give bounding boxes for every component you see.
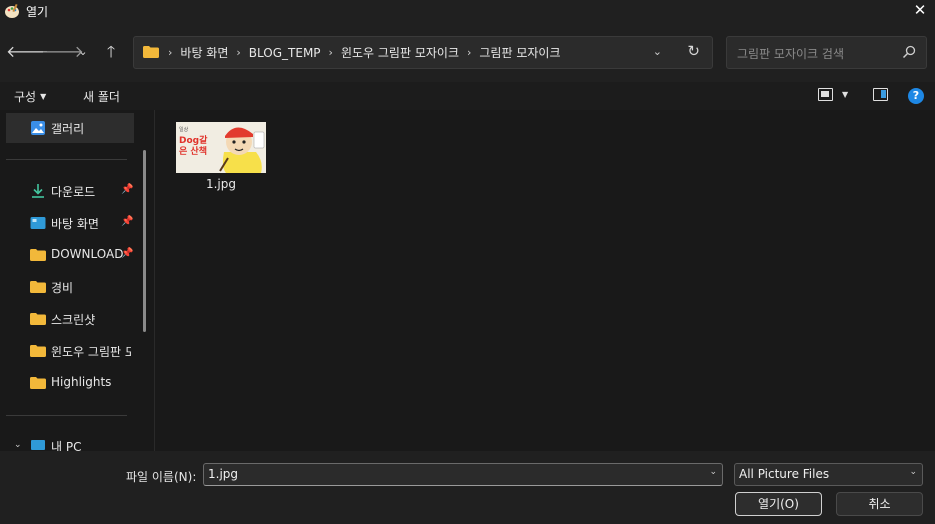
chevron-down-icon[interactable]: ⌄: [653, 45, 662, 58]
sidebar-item-gallery[interactable]: 갤러리: [6, 113, 134, 143]
search-icon[interactable]: [902, 45, 916, 59]
sidebar-item-downloads-folder[interactable]: DOWNLOADS 📌: [6, 240, 134, 270]
sidebar-item-label: 스크린샷: [51, 313, 96, 327]
sidebar-item-this-pc[interactable]: ⌄ 내 PC: [6, 431, 134, 451]
chevron-down-icon[interactable]: ⌄: [909, 467, 917, 477]
chevron-down-icon[interactable]: ⌄: [14, 440, 22, 450]
sidebar-item-label: 바탕 화면: [51, 217, 99, 231]
cancel-button[interactable]: 취소: [836, 492, 923, 516]
divider: [6, 415, 127, 416]
help-icon[interactable]: ?: [908, 88, 924, 104]
navigation-pane: 갤러리 다운로드 📌 바탕 화면 📌 DOWNLOADS 📌 경비: [0, 110, 155, 451]
pin-icon: 📌: [121, 248, 134, 259]
title-bar: 열기 ✕: [0, 0, 935, 22]
caret-down-icon: ▼: [40, 92, 47, 101]
chevron-down-icon[interactable]: ⌄: [709, 467, 717, 477]
search-input[interactable]: 그림판 모자이크 검색: [726, 36, 927, 69]
download-icon: [32, 184, 44, 198]
breadcrumb-item[interactable]: 바탕 화면: [180, 44, 228, 61]
filetype-select[interactable]: All Picture Files ⌄: [734, 463, 923, 486]
file-item[interactable]: 일상 Dog같은 산책 1.jpg: [175, 121, 267, 196]
breadcrumb-item[interactable]: 윈도우 그림판 모자이크: [341, 44, 459, 61]
close-icon[interactable]: ✕: [909, 1, 931, 21]
filetype-value: All Picture Files: [739, 467, 830, 481]
view-mode-icon[interactable]: [818, 88, 833, 101]
thumb-small-text: 일상: [179, 127, 189, 133]
pin-icon: 📌: [121, 216, 134, 227]
folder-icon: [30, 281, 46, 293]
refresh-icon[interactable]: ↻: [687, 42, 700, 60]
folder-icon: [30, 313, 46, 325]
paint-palette-icon: [5, 3, 19, 18]
sidebar-item-label: 갤러리: [51, 122, 85, 136]
sidebar-item-paint-mosaic[interactable]: 윈도우 그림판 모자이크: [6, 336, 134, 366]
filename-value: 1.jpg: [208, 467, 239, 481]
chevron-right-icon: ›: [236, 46, 241, 59]
filename-field[interactable]: 1.jpg ⌄: [203, 463, 723, 486]
caret-down-icon[interactable]: ▼: [842, 90, 848, 99]
sidebar-item-desktop[interactable]: 바탕 화면 📌: [6, 208, 134, 238]
sidebar-item-screenshots[interactable]: 스크린샷: [6, 304, 134, 334]
pin-icon: 📌: [121, 184, 134, 195]
sidebar-item-label: 윈도우 그림판 모자이크: [51, 345, 131, 359]
folder-icon: [30, 377, 46, 389]
filename-label: 파일 이름(N):: [126, 470, 197, 484]
arrow-up-icon[interactable]: 🡑: [100, 41, 122, 63]
chevron-right-icon: ›: [466, 46, 472, 59]
sidebar-item-downloads[interactable]: 다운로드 📌: [6, 176, 134, 206]
arrow-left-icon[interactable]: 🡐: [6, 41, 49, 63]
desktop-icon: [30, 217, 46, 229]
organize-label: 구성: [14, 90, 37, 104]
pc-icon: [31, 440, 45, 450]
preview-pane-icon[interactable]: [873, 88, 888, 101]
file-name: 1.jpg: [205, 177, 237, 191]
file-list: 일상 Dog같은 산책 1.jpg: [156, 110, 935, 451]
folder-icon: [143, 46, 159, 58]
folder-icon: [30, 345, 46, 357]
sidebar-item-label: 다운로드: [51, 185, 96, 199]
sidebar-item-highlights[interactable]: Highlights: [6, 368, 134, 398]
navigation-bar: 🡐 🡒 ⌄ 🡑 › 바탕 화면 › BLOG_TEMP › 윈도우 그림판 모자…: [0, 22, 935, 82]
sidebar-scrollbar[interactable]: [143, 150, 146, 332]
chevron-right-icon: ›: [168, 46, 173, 59]
gallery-icon: [31, 121, 45, 135]
folder-icon: [30, 249, 46, 261]
sidebar-item-label: 내 PC: [51, 440, 82, 451]
thumb-title-text: Dog같은 산책: [179, 136, 208, 157]
open-button[interactable]: 열기(O): [735, 492, 822, 516]
chevron-down-icon[interactable]: ⌄: [72, 41, 94, 63]
image-thumbnail: 일상 Dog같은 산책: [176, 122, 266, 173]
breadcrumb: › 바탕 화면 › BLOG_TEMP › 윈도우 그림판 모자이크 › 그림판…: [164, 37, 561, 68]
divider: [6, 159, 127, 160]
sidebar-item-label: Highlights: [51, 375, 112, 389]
organize-button[interactable]: 구성 ▼: [14, 88, 46, 105]
address-bar[interactable]: › 바탕 화면 › BLOG_TEMP › 윈도우 그림판 모자이크 › 그림판…: [133, 36, 713, 69]
arrow-right-icon[interactable]: 🡒: [41, 41, 84, 63]
new-folder-button[interactable]: 새 폴더: [83, 88, 120, 105]
sidebar-item-expenses[interactable]: 경비: [6, 272, 134, 302]
sidebar-item-label: 경비: [51, 281, 74, 295]
chevron-right-icon: ›: [328, 46, 333, 59]
search-placeholder: 그림판 모자이크 검색: [737, 47, 844, 61]
command-bar: 구성 ▼ 새 폴더 ▼ ?: [0, 82, 935, 110]
dialog-footer: 파일 이름(N): 1.jpg ⌄ All Picture Files ⌄ 열기…: [0, 451, 935, 524]
window-title: 열기: [26, 5, 49, 19]
sidebar-item-label: DOWNLOADS: [51, 247, 123, 261]
breadcrumb-item[interactable]: BLOG_TEMP: [249, 46, 321, 60]
breadcrumb-item[interactable]: 그림판 모자이크: [479, 44, 560, 61]
